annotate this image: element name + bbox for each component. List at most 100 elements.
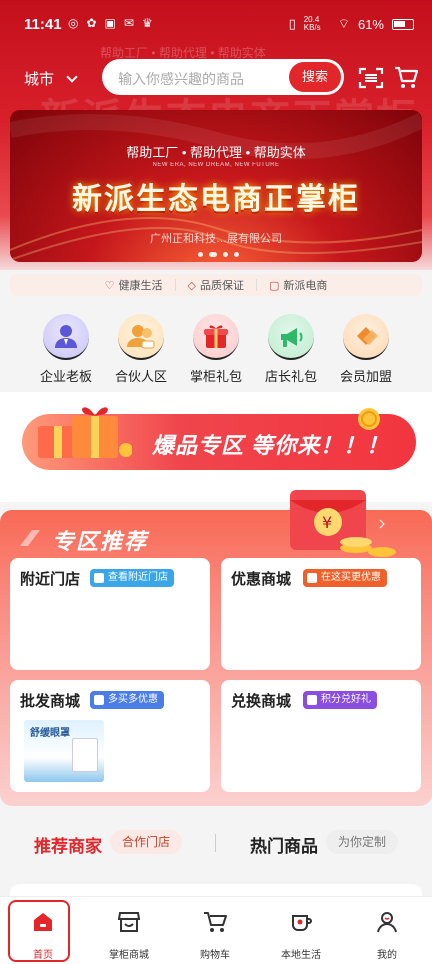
cart-icon[interactable] (393, 64, 419, 90)
coupon-icon (307, 573, 317, 583)
shop-icon (117, 912, 141, 932)
category-member[interactable]: 会员加盟 (331, 314, 401, 385)
divider (174, 279, 176, 291)
recommend-tabs: 推荐商家 合作门店 热门商品 为你定制 (0, 812, 432, 872)
category-row: 企业老板 合伙人区 掌柜礼包 店长礼包 会员加盟 (0, 314, 432, 384)
recommend-merchants-badge: 合作门店 (110, 830, 183, 854)
location-icon (94, 573, 104, 583)
notif-icon: ✉ (123, 16, 134, 30)
diamond-icon (343, 314, 389, 360)
status-right: ▯ 20.4 KB/s ⌔ 61% (289, 16, 414, 32)
search-box[interactable]: 输入你感兴趣的商品 搜索 (102, 59, 344, 95)
search-button[interactable]: 搜索 (289, 62, 341, 92)
card-tag-label: 多买多优惠 (108, 694, 158, 705)
card-title: 优惠商城 (231, 571, 292, 588)
guarantee-label: 品质保证 (199, 280, 244, 292)
tab-hot-products[interactable]: 热门商品 (250, 832, 318, 857)
active-tab-highlight (8, 900, 70, 962)
scan-icon[interactable] (358, 66, 384, 90)
status-bar: 11:41 ◎ ✿ ▣ ✉ ♛ ▯ 20.4 KB/s ⌔ 61% (0, 0, 432, 48)
hero-banner[interactable]: 帮助工厂 • 帮助代理 • 帮助实体 NEW ERA, NEW DREAM, N… (10, 110, 422, 262)
card-title: 批发商城 (20, 693, 81, 710)
category-label: 店长礼包 (264, 369, 317, 384)
wifi-icon: ⌔ (337, 16, 350, 31)
tab-label: 本地生活 (281, 950, 321, 961)
category-gift[interactable]: 掌柜礼包 (181, 314, 251, 385)
category-label: 合伙人区 (114, 369, 167, 384)
card-title: 兑换商城 (231, 693, 292, 710)
guarantee-label: 健康生活 (118, 280, 163, 292)
status-notification-icons: ◎ ✿ ▣ ✉ ♛ (68, 16, 153, 30)
svg-text:¥: ¥ (322, 513, 332, 532)
vibrate-icon: ▯ (288, 16, 296, 31)
top-bar: 城市 输入你感兴趣的商品 搜索 (0, 58, 432, 98)
banner-company: 广州正和科技…展有限公司 (150, 233, 282, 245)
search-input[interactable]: 输入你感兴趣的商品 (118, 69, 244, 89)
product-image[interactable]: 舒缓眼罩 (24, 720, 104, 782)
promo-section[interactable]: 爆品专区 等你来！！！ (0, 392, 432, 502)
diamond-icon: ◇ (187, 279, 196, 292)
card-tag[interactable]: 在这买更优惠 (303, 569, 387, 587)
box-icon (94, 695, 104, 705)
card-tag[interactable]: 积分兑好礼 (303, 691, 377, 709)
category-label: 掌柜礼包 (189, 369, 242, 384)
tab-cart[interactable]: 购物车 (175, 897, 255, 964)
card-title: 附近门店 (20, 571, 81, 588)
city-label: 城市 (24, 71, 55, 88)
zone-section: 专区推荐 ¥ 附近门店 查看附近门店 优惠商城 在这买更优惠 批发商城 多买多优… (0, 490, 432, 806)
carousel-dots[interactable] (198, 252, 239, 257)
card-exchange-mall[interactable]: 兑换商城 积分兑好礼 (221, 680, 421, 792)
boss-icon (43, 314, 89, 360)
tab-label: 掌柜商城 (109, 950, 149, 961)
product-box (72, 738, 98, 772)
tab-mine[interactable]: 我的 (347, 897, 427, 964)
cart-icon (204, 912, 227, 932)
notif-icon: ▣ (104, 16, 116, 30)
card-tag[interactable]: 查看附近门店 (90, 569, 174, 587)
divider (255, 279, 257, 291)
card-tag-label: 查看附近门店 (108, 572, 168, 583)
status-time: 11:41 (24, 16, 62, 33)
banner-title: 新派生态电商正掌柜 (72, 183, 360, 216)
tab-label: 我的 (377, 950, 397, 961)
notif-icon: ✿ (86, 16, 97, 30)
card-tag-label: 在这买更优惠 (321, 572, 381, 583)
category-partner[interactable]: 合伙人区 (106, 314, 176, 385)
city-selector[interactable]: 城市 (24, 68, 78, 89)
card-wholesale-mall[interactable]: 批发商城 多买多优惠 舒缓眼罩 (10, 680, 210, 792)
card-nearby-store[interactable]: 附近门店 查看附近门店 (10, 558, 210, 670)
tab-recommend-merchants[interactable]: 推荐商家 (34, 832, 102, 857)
chevron-down-icon (66, 70, 78, 83)
zone-title: 专区推荐 (52, 529, 149, 554)
gift-box-icon (38, 407, 132, 458)
bag-icon: ▢ (268, 279, 280, 292)
zone-deco-icon (20, 530, 40, 546)
card-tag[interactable]: 多买多优惠 (90, 691, 164, 709)
guarantee-strip: ♡ 健康生活 ◇ 品质保证 ▢ 新派电商 (10, 274, 422, 296)
tab-label: 购物车 (200, 950, 230, 961)
carousel-dot[interactable] (223, 252, 228, 257)
tab-local-life[interactable]: 本地生活 (261, 897, 341, 964)
carousel-dot[interactable] (234, 252, 239, 257)
battery-text: 61% (357, 16, 384, 32)
coffee-icon (292, 915, 312, 931)
carousel-dot[interactable] (209, 252, 217, 257)
notif-icon: ♛ (141, 16, 153, 30)
card-tag-label: 积分兑好礼 (321, 694, 371, 705)
gift-icon (193, 314, 239, 360)
category-label: 企业老板 (39, 369, 92, 384)
user-icon (377, 912, 397, 933)
network-speed: 20.4 KB/s (303, 15, 321, 32)
points-icon (307, 695, 317, 705)
category-manager[interactable]: 店长礼包 (256, 314, 326, 385)
guarantee-item: ◇ 品质保证 (188, 277, 244, 293)
guarantee-item: ▢ 新派电商 (269, 277, 327, 293)
megaphone-icon (268, 314, 314, 360)
guarantee-label: 新派电商 (283, 280, 328, 292)
category-boss[interactable]: 企业老板 (31, 314, 101, 385)
tab-shop[interactable]: 掌柜商城 (89, 897, 169, 964)
partner-icon (118, 314, 164, 360)
banner-english: NEW ERA, NEW DREAM, NEW FUTURE (152, 162, 280, 168)
carousel-dot[interactable] (198, 252, 203, 257)
card-discount-mall[interactable]: 优惠商城 在这买更优惠 (221, 558, 421, 670)
